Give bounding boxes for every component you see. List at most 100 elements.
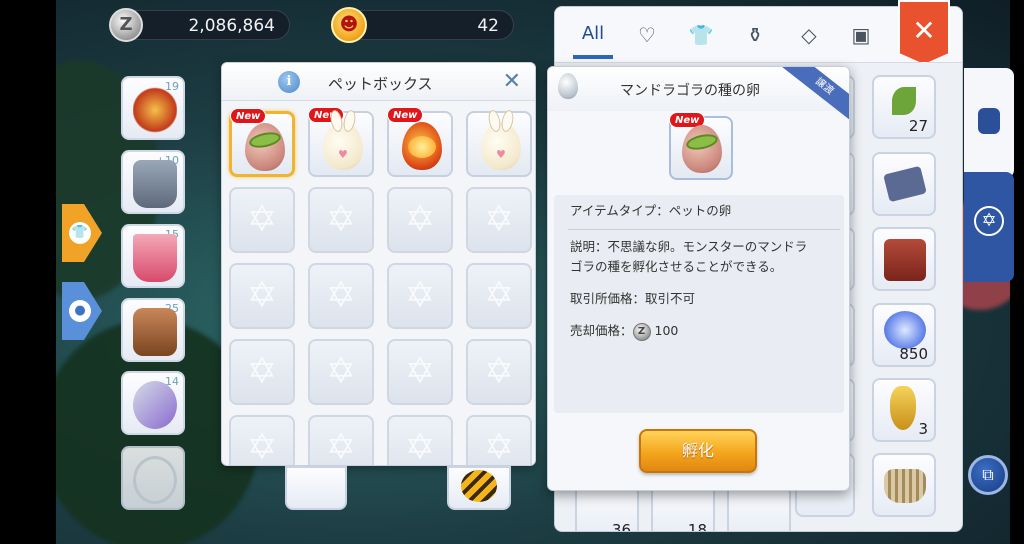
pet-slot[interactable]: New ♥ [308, 107, 374, 177]
crystal-icon [884, 311, 926, 349]
sell-price-label: 売却価格： [570, 323, 633, 338]
inventory-slot[interactable] [872, 453, 936, 517]
inventory-slot[interactable]: 27 [872, 75, 936, 139]
pet-slot-empty[interactable]: ✡ [308, 415, 374, 466]
pet-slot-empty[interactable]: ✡ [466, 187, 532, 253]
potion-icon[interactable]: ⚱ [739, 23, 771, 51]
item-description-line1: 説明：不思議な卵。モンスターのマンドラ [570, 239, 808, 254]
item-type: アイテムタイプ：ペットの卵 [570, 203, 732, 218]
heart-icon[interactable]: ♡ [631, 23, 663, 51]
equip-slot-garment[interactable]: 15 [121, 224, 185, 288]
pet-slot-empty[interactable]: ✡ [466, 263, 532, 329]
star-placeholder-icon: ✡ [325, 427, 357, 466]
pet-slot-empty[interactable]: ✡ [308, 263, 374, 329]
pet-box-title: ペットボックス [328, 75, 433, 93]
bunny-egg-icon: ♥ [323, 122, 363, 170]
tooltip-header: マンドラゴラの種の卵 譲渡 [548, 67, 849, 129]
pet-slot-empty[interactable]: ✡ [229, 263, 295, 329]
hexagram-icon: ✡ [974, 206, 1004, 236]
pet-slot-empty[interactable]: ✡ [229, 339, 295, 405]
new-badge: New [387, 107, 424, 123]
info-icon[interactable]: i [278, 71, 300, 93]
item-quantity: 27 [908, 117, 928, 135]
pet-slot-empty[interactable]: ✡ [387, 415, 453, 466]
pet-slot-empty[interactable]: ✡ [387, 263, 453, 329]
minimize-button[interactable]: ⧉ [968, 455, 1008, 495]
hatch-button[interactable]: 孵化 [639, 429, 757, 473]
pet-slot[interactable]: New [387, 107, 453, 177]
item-quantity: 36 [611, 521, 631, 532]
cape-icon [133, 234, 177, 282]
shirt-icon: 👕 [69, 222, 91, 244]
zeny-counter: Z 2,086,864 [109, 8, 290, 42]
spellbook-icon [884, 239, 926, 281]
pitcher-icon [890, 386, 916, 430]
pet-slot[interactable]: New [229, 108, 295, 177]
pet-slot-empty[interactable]: ✡ [466, 339, 532, 405]
gold-amount: 42 [477, 16, 499, 36]
inventory-slot[interactable]: 850 [872, 303, 936, 367]
item-quantity: 18 [687, 521, 707, 532]
pet-slot-empty[interactable]: ✡ [229, 415, 295, 465]
star-placeholder-icon: ✡ [483, 427, 515, 466]
hidden-slot[interactable] [447, 466, 511, 510]
divider [568, 229, 840, 230]
bag-tab[interactable] [964, 68, 1014, 178]
bunny-egg-icon: ♥ [481, 122, 521, 170]
bracer-icon [133, 381, 177, 429]
star-placeholder-icon: ✡ [404, 275, 436, 316]
item-name: マンドラゴラの種の卵 [620, 83, 760, 99]
star-placeholder-icon: ✡ [483, 199, 515, 240]
basket-icon [884, 469, 926, 503]
star-placeholder-icon: ✡ [246, 199, 278, 240]
tradeable-ribbon: 譲渡 [774, 67, 849, 129]
tooltip-item-slot: New [669, 112, 733, 180]
inventory-slot[interactable] [872, 227, 936, 291]
star-placeholder-icon: ✡ [404, 351, 436, 392]
star-placeholder-icon: ✡ [325, 275, 357, 316]
exchange-price: 取引所価格：取引不可 [570, 291, 696, 306]
equip-slot-shoes[interactable]: 25 [121, 298, 185, 362]
item-quantity: 3 [918, 420, 928, 438]
equip-slot-accessory[interactable]: 14 [121, 371, 185, 435]
star-placeholder-icon: ✡ [404, 199, 436, 240]
armor-icon [133, 160, 177, 208]
shirt-icon[interactable]: 👕 [685, 23, 717, 51]
new-badge: New [230, 108, 267, 124]
pet-slot-empty[interactable]: ✡ [229, 187, 295, 253]
letterbox-left [0, 0, 56, 544]
hidden-slot[interactable] [285, 466, 347, 510]
pet-slot-empty[interactable]: ✡ [466, 415, 532, 466]
egg-icon [558, 73, 578, 99]
star-placeholder-icon: ✡ [325, 199, 357, 240]
card-icon[interactable]: ▣ [845, 23, 877, 51]
gem-icon[interactable]: ◇ [793, 23, 825, 51]
equip-slot-armor[interactable]: +10 [121, 150, 185, 214]
gold-lion-icon: ☻ [331, 7, 367, 43]
mandragora-egg-icon [245, 123, 285, 171]
inventory-slot[interactable] [872, 152, 936, 216]
star-placeholder-icon: ✡ [325, 351, 357, 392]
star-placeholder-icon: ✡ [483, 351, 515, 392]
pet-slot-empty[interactable]: ✡ [308, 339, 374, 405]
pet-slot-empty[interactable]: ✡ [308, 187, 374, 253]
zeny-amount: 2,086,864 [188, 16, 275, 36]
star-placeholder-icon: ✡ [404, 427, 436, 466]
pet-slot-empty[interactable]: ✡ [387, 339, 453, 405]
tab-all[interactable]: All [573, 23, 613, 59]
star-placeholder-icon: ✡ [246, 351, 278, 392]
card-album-tab[interactable]: ✡ [964, 172, 1014, 282]
equip-slot-headgear[interactable]: 19 [121, 76, 185, 140]
close-icon[interactable]: ✕ [503, 69, 521, 94]
sell-price-value: 100 [654, 323, 679, 338]
boots-icon [133, 308, 177, 356]
crown-icon [133, 86, 177, 134]
inventory-slot[interactable]: 3 [872, 378, 936, 442]
pet-slot-empty[interactable]: ✡ [387, 187, 453, 253]
tooltip-body: アイテムタイプ：ペットの卵 説明：不思議な卵。モンスターのマンドラ ゴラの種を孵… [554, 195, 844, 413]
pet-slot[interactable]: ♥ [466, 111, 532, 177]
leaf-icon [892, 87, 916, 115]
equip-slot-empty[interactable] [121, 446, 185, 510]
close-inventory-button[interactable]: ✕ [898, 0, 950, 64]
pet-box-header: i ペットボックス ✕ [222, 63, 535, 101]
